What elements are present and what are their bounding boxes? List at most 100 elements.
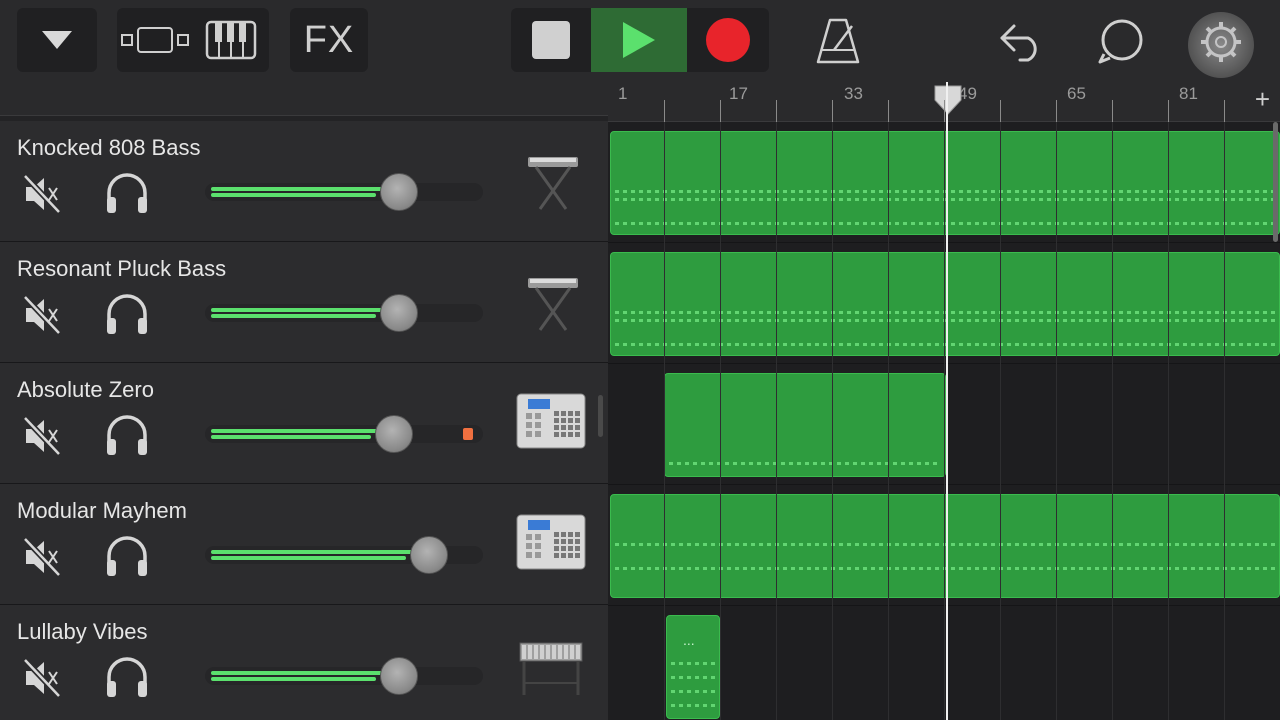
play-button[interactable] (591, 8, 687, 72)
ruler-tick (1112, 100, 1113, 122)
volume-meter-right (211, 435, 371, 439)
ruler-tick (1056, 100, 1057, 122)
fx-label: FX (303, 18, 355, 61)
volume-meter-left (211, 187, 390, 191)
mute-icon[interactable] (22, 415, 62, 457)
volume-meter-left (211, 550, 420, 554)
volume-slider[interactable] (205, 536, 483, 574)
grid-line (1000, 122, 1001, 720)
record-icon (706, 18, 750, 62)
bar-number: 17 (729, 84, 748, 103)
volume-slider[interactable] (205, 415, 483, 453)
note-pattern (615, 222, 1275, 225)
ruler-tick (832, 100, 833, 122)
settings-button[interactable] (1188, 12, 1254, 78)
volume-knob[interactable] (410, 536, 448, 574)
note-pattern (615, 343, 1275, 346)
undo-icon (1000, 24, 1037, 62)
volume-knob[interactable] (380, 657, 418, 695)
volume-knob[interactable] (375, 415, 413, 453)
bar-number: 81 (1179, 84, 1198, 103)
volume-slider[interactable] (205, 173, 483, 211)
grid-line (1224, 122, 1225, 720)
timeline-scrollbar[interactable] (1273, 122, 1278, 242)
volume-slider[interactable] (205, 294, 483, 332)
bar-number: 33 (844, 84, 863, 103)
volume-knob[interactable] (380, 294, 418, 332)
headphones-icon[interactable] (104, 292, 150, 336)
stop-button[interactable] (511, 8, 591, 72)
grid-line (664, 122, 665, 720)
note-pattern (671, 690, 715, 693)
track-name: Modular Mayhem (17, 498, 187, 523)
transport-group (511, 8, 769, 72)
bar-number: 65 (1067, 84, 1086, 103)
add-section-button[interactable]: + (1255, 84, 1270, 115)
mute-icon[interactable] (22, 173, 62, 215)
note-pattern (615, 311, 1275, 314)
drum-machine-icon[interactable] (514, 391, 588, 457)
playhead-handle[interactable] (933, 84, 963, 116)
loop-browser-button[interactable] (1098, 18, 1146, 64)
volume-knob[interactable] (380, 173, 418, 211)
note-pattern (615, 190, 1275, 193)
ruler-tick (944, 100, 945, 122)
track-header[interactable]: Resonant Pluck Bass (0, 242, 608, 363)
tracks-view-button[interactable] (117, 25, 193, 55)
record-button[interactable] (687, 8, 769, 72)
track-name: Lullaby Vibes (17, 619, 148, 644)
note-pattern (615, 319, 1275, 322)
headphones-icon[interactable] (104, 655, 150, 699)
tracks-timeline[interactable]: 1 17 33 49 65 81 + ... (608, 82, 1280, 720)
menu-button[interactable] (17, 8, 97, 72)
grid-line (1168, 122, 1169, 720)
midi-region[interactable] (610, 252, 1280, 356)
region-label: ... (683, 632, 695, 648)
tracks-view-icon (121, 27, 189, 53)
synth-keyboard-icon[interactable] (514, 270, 588, 336)
ruler-tick (720, 100, 721, 122)
headphones-icon[interactable] (104, 413, 150, 457)
track-header[interactable]: Modular Mayhem (0, 484, 608, 605)
volume-meter-right (211, 314, 376, 318)
ruler-tick (1000, 100, 1001, 122)
midi-region[interactable] (610, 131, 1280, 235)
ruler-tick (888, 100, 889, 122)
vibraphone-icon[interactable] (514, 633, 588, 699)
headphones-icon[interactable] (104, 534, 150, 578)
metronome-button[interactable] (812, 16, 864, 66)
midi-region[interactable]: ... (666, 615, 720, 719)
settings-gear-icon (1201, 22, 1241, 62)
grid-line (1112, 122, 1113, 720)
fx-button[interactable]: FX (290, 8, 368, 72)
note-pattern (615, 543, 1275, 546)
note-pattern (671, 662, 715, 665)
header-scrollbar[interactable] (598, 395, 603, 437)
mute-icon[interactable] (22, 536, 62, 578)
ruler-tick (1168, 100, 1169, 122)
track-name: Resonant Pluck Bass (17, 256, 227, 281)
piano-keyboard-icon (205, 20, 257, 60)
volume-meter-right (211, 556, 406, 560)
ruler-tick (1224, 100, 1225, 122)
volume-slider[interactable] (205, 657, 483, 695)
drum-machine-icon[interactable] (514, 512, 588, 578)
track-header[interactable]: Lullaby Vibes (0, 605, 608, 720)
mute-icon[interactable] (22, 294, 62, 336)
synth-keyboard-icon[interactable] (514, 149, 588, 215)
note-pattern (671, 704, 715, 707)
view-toggle-group (117, 8, 269, 72)
track-header[interactable]: Knocked 808 Bass (0, 121, 608, 242)
mute-icon[interactable] (22, 657, 62, 699)
headphones-icon[interactable] (104, 171, 150, 215)
bar-number: 1 (618, 84, 628, 103)
playhead[interactable] (946, 82, 948, 720)
note-pattern (669, 462, 941, 465)
keyboard-button[interactable] (193, 20, 269, 60)
track-header[interactable]: Absolute Zero (0, 363, 608, 484)
ruler-tick (776, 100, 777, 122)
undo-button[interactable] (998, 20, 1046, 62)
midi-region[interactable] (610, 494, 1280, 598)
midi-region[interactable] (664, 373, 946, 477)
grid-line (1056, 122, 1057, 720)
